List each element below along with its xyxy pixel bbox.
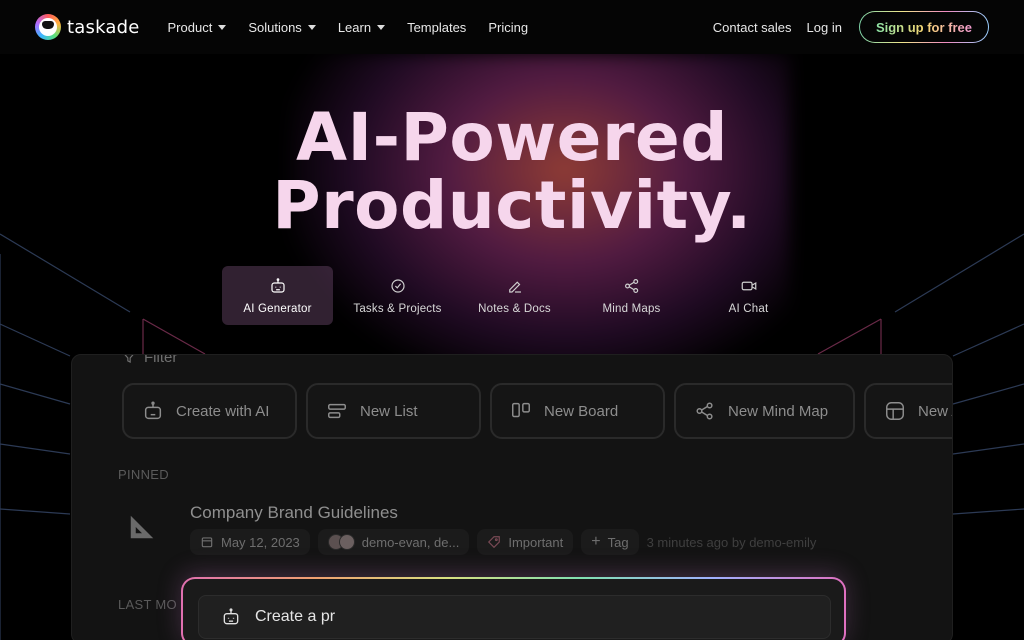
doc-updated: 3 minutes ago by demo-emily (646, 534, 817, 550)
tab-ai-generator[interactable]: AI Generator (222, 266, 333, 325)
grid-icon (886, 402, 904, 420)
nav-links: Product Solutions Learn Templates Pricin… (168, 20, 551, 35)
check-circle-icon (390, 278, 405, 293)
new-board-card[interactable]: New Board (490, 383, 665, 439)
filter-button[interactable]: Filter (122, 354, 178, 366)
new-list-card[interactable]: New List (306, 383, 481, 439)
new-mind-map-card[interactable]: New Mind Map (674, 383, 855, 439)
add-tag-button[interactable]: + Tag (581, 529, 639, 555)
tab-label: Tasks & Projects (353, 302, 442, 315)
nav-pricing[interactable]: Pricing (488, 20, 528, 35)
pencil-icon (508, 280, 521, 293)
contact-sales-link[interactable]: Contact sales (713, 20, 792, 35)
nav-templates-label: Templates (407, 19, 467, 35)
signup-label: Sign up for free (875, 19, 972, 35)
doc-meta: May 12, 2023 demo-evan, de... Important … (190, 529, 816, 555)
avatar (338, 534, 355, 550)
app-preview-panel: Filter Create with AI New List New Board (71, 354, 953, 640)
tag-icon (488, 536, 501, 549)
prompt-text: Create a pr (255, 608, 336, 625)
brand-name: taskade (67, 16, 140, 38)
robot-icon (223, 608, 239, 625)
card-label: New Board (544, 402, 619, 420)
quick-create-cards: Create with AI New List New Board New Mi… (122, 383, 952, 439)
nav-right: Contact sales Log in Sign up for free (713, 11, 989, 43)
tab-ai-chat[interactable]: AI Chat (690, 266, 807, 325)
member-avatars (327, 534, 355, 550)
ai-prompt-box: Create a pr (181, 577, 846, 640)
tab-tasks-projects[interactable]: Tasks & Projects (339, 266, 456, 325)
nav-product[interactable]: Product (168, 20, 227, 35)
tab-label: Mind Maps (602, 302, 661, 315)
robot-icon (144, 401, 162, 420)
create-with-ai-card[interactable]: Create with AI (122, 383, 297, 439)
card-label: New List (360, 402, 418, 420)
login-link[interactable]: Log in (807, 20, 842, 35)
nav-product-label: Product (167, 19, 213, 35)
tab-label: AI Generator (243, 302, 312, 315)
brand-logo[interactable]: taskade (35, 14, 140, 40)
top-nav: taskade Product Solutions Learn Template… (0, 0, 1024, 54)
doc-title: Company Brand Guidelines (190, 503, 398, 522)
tab-mind-maps[interactable]: Mind Maps (573, 266, 690, 325)
feature-tabs: AI Generator Tasks & Projects Notes & Do… (222, 266, 807, 325)
card-label: New A (918, 402, 952, 420)
chevron-down-icon (218, 24, 227, 30)
members-chip[interactable]: demo-evan, de... (317, 529, 470, 555)
list-icon (328, 403, 346, 419)
board-icon (512, 402, 530, 418)
chevron-down-icon (307, 24, 316, 30)
nav-learn[interactable]: Learn (337, 19, 386, 35)
prompt-input[interactable]: Create a pr (198, 595, 831, 639)
card-label: Create with AI (176, 402, 270, 420)
tab-label: AI Chat (728, 302, 769, 315)
nav-solutions-label: Solutions (248, 19, 302, 35)
signup-button[interactable]: Sign up for free (859, 11, 989, 43)
nav-solutions[interactable]: Solutions (248, 19, 316, 35)
video-icon (741, 281, 756, 290)
pinned-doc-row[interactable]: Company Brand Guidelines May 12, 2023 de… (122, 501, 816, 555)
set-square-icon (122, 507, 162, 547)
last-modified-section-label: LAST MO (118, 597, 177, 612)
add-tag-label: Tag (607, 534, 629, 550)
nav-templates[interactable]: Templates (407, 20, 466, 35)
hero-headline: AI-Powered Productivity. (0, 104, 1024, 240)
doc-info: Company Brand Guidelines May 12, 2023 de… (190, 501, 816, 555)
taskade-logo-icon (35, 14, 61, 40)
new-a-card[interactable]: New A (864, 383, 952, 439)
share-nodes-icon (696, 402, 713, 420)
date-chip[interactable]: May 12, 2023 (190, 529, 310, 555)
nav-learn-label: Learn (337, 19, 372, 35)
tag-chip[interactable]: Important (477, 529, 574, 555)
plus-icon: + (591, 533, 601, 550)
robot-icon (270, 277, 285, 293)
share-nodes-icon (624, 278, 638, 293)
pinned-section-label: PINNED (118, 467, 169, 482)
tab-label: Notes & Docs (478, 302, 551, 315)
calendar-icon (201, 537, 213, 548)
doc-members: demo-evan, de... (361, 534, 460, 550)
hero-line-2: Productivity. (272, 167, 752, 244)
chevron-down-icon (377, 24, 386, 30)
hero-line-1: AI-Powered (295, 99, 729, 176)
doc-tag: Important (508, 534, 564, 550)
card-label: New Mind Map (728, 402, 829, 420)
tab-notes-docs[interactable]: Notes & Docs (456, 266, 573, 325)
nav-pricing-label: Pricing (488, 19, 529, 35)
filter-icon (124, 355, 134, 363)
filter-label: Filter (144, 354, 178, 366)
doc-date: May 12, 2023 (221, 534, 300, 550)
